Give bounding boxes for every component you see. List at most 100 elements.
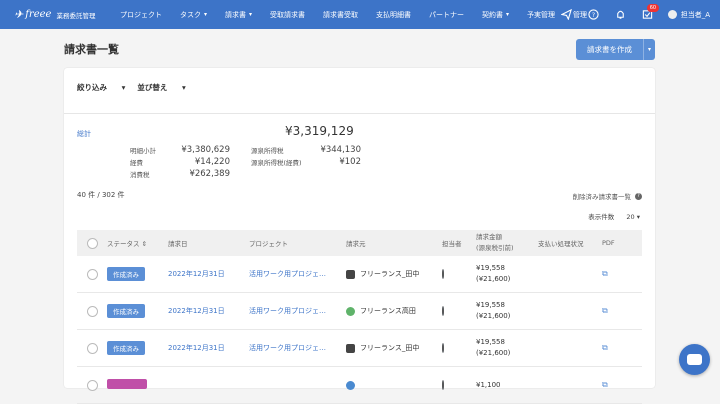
sort-icon[interactable]: ⇕ xyxy=(142,240,147,248)
inbox-icon[interactable]: 60 xyxy=(641,3,660,22)
chat-icon xyxy=(687,354,702,365)
summary-key: 源泉所得税(経費) xyxy=(251,159,302,167)
external-link-icon[interactable]: ⧉ xyxy=(602,380,608,389)
chevron-down-icon: ▾ xyxy=(249,11,253,18)
chevron-down-icon[interactable]: ▾ xyxy=(644,39,655,60)
summary-value: ¥14,220 xyxy=(194,157,230,167)
chat-button[interactable] xyxy=(679,344,710,375)
invoice-date-link[interactable]: 2022年12月31日 xyxy=(168,307,225,315)
col-pdf: PDF xyxy=(602,239,615,247)
summary-key: 源泉所得税 xyxy=(251,147,284,155)
create-invoice-label[interactable]: 請求書を作成 xyxy=(576,39,644,60)
nav-item[interactable]: パートナー xyxy=(429,10,464,20)
nav-menu: プロジェクト タスク ▾ 請求書 ▾ 受取請求書 請求書受取 支払明細書 パートナー 契約書 ▾ 予実… xyxy=(120,10,605,20)
nav-item[interactable]: 請求書受取 xyxy=(323,10,358,20)
project-link[interactable]: 活用ワーク用プロジェ… xyxy=(249,307,326,315)
summary-row: 消費税 ¥262,389 xyxy=(130,168,230,180)
nav-item-label: 契約書 xyxy=(482,10,504,19)
external-link-icon[interactable]: ⧉ xyxy=(602,306,608,315)
col-amount: 請求金額 (源泉税引前) xyxy=(476,232,538,254)
client-name: フリーランス_田中 xyxy=(360,270,420,278)
summary-value: ¥102 xyxy=(339,157,361,167)
external-link-icon[interactable]: ⧉ xyxy=(602,269,608,278)
status-badge: 作成済み xyxy=(107,304,145,318)
amount: ¥19,558 xyxy=(476,301,505,309)
nav-item[interactable]: 受取請求書 xyxy=(270,10,305,20)
amount: ¥1,100 xyxy=(476,380,501,389)
col-date: 請求日 xyxy=(168,240,188,248)
row-checkbox[interactable] xyxy=(86,268,98,280)
status-badge: 作成済み xyxy=(107,267,145,281)
amount: ¥19,558 xyxy=(476,264,505,272)
user-menu[interactable]: 担当者_A xyxy=(667,10,710,20)
status-badge xyxy=(107,379,147,389)
logo[interactable]: ✈ freee 業務委託管理 xyxy=(14,8,104,21)
col-amount-label: 請求金額 xyxy=(476,233,502,241)
per-page-select[interactable]: 20 ▾ xyxy=(626,213,640,221)
nav-item[interactable]: 請求書 ▾ xyxy=(225,10,252,20)
per-page[interactable]: 表示件数 20 ▾ xyxy=(588,211,640,221)
summary-value: ¥344,130 xyxy=(320,145,361,155)
sort-toggle[interactable]: 並び替え ▾ xyxy=(137,82,185,93)
col-amount-sub: (源泉税引前) xyxy=(476,244,514,252)
client-icon xyxy=(346,306,355,316)
summary-total: ¥3,319,129 xyxy=(285,124,354,138)
nav-item-label: 予実管理 xyxy=(527,10,556,19)
help-icon[interactable]: ? xyxy=(635,192,642,200)
chevron-down-icon: ▾ xyxy=(204,11,208,18)
client-icon xyxy=(346,343,355,353)
nav-item[interactable]: プロジェクト xyxy=(120,10,162,20)
external-link-icon[interactable]: ⧉ xyxy=(602,343,608,352)
svg-text:?: ? xyxy=(592,11,595,19)
assignee-avatar xyxy=(442,343,444,353)
deleted-invoices-link[interactable]: 削除済み請求書一覧 ? xyxy=(572,191,642,201)
amount-before-tax: (¥21,600) xyxy=(476,275,511,283)
table-row[interactable]: 作成済み 2022年12月31日 活用ワーク用プロジェ… フリーランス_田中 ¥19,5… xyxy=(77,256,642,293)
table-header: ステータス ⇕ 請求日 プロジェクト 請求元 担当者 請求金額 (源泉税引前) 支… xyxy=(77,230,642,256)
filter-bar: 絞り込み ▾ 並び替え ▾ xyxy=(77,82,198,93)
nav-item[interactable]: タスク ▾ xyxy=(180,10,207,20)
notification-badge: 60 xyxy=(646,3,660,12)
table-row[interactable]: 作成済み 2022年12月31日 活用ワーク用プロジェ… フリーランス高田 ¥19,55… xyxy=(77,293,642,330)
nav-item[interactable]: 予実管理 xyxy=(527,10,555,20)
help-icon[interactable]: ? xyxy=(587,8,601,22)
invoice-card: 絞り込み ▾ 並び替え ▾ 総計 ¥3,319,129 明細小計 ¥3,380,6… xyxy=(64,68,655,404)
sort-label: 並び替え xyxy=(137,83,168,92)
col-assignee: 担当者 xyxy=(442,240,462,248)
per-page-value: 20 xyxy=(626,213,635,221)
nav-item-label: パートナー xyxy=(429,10,465,19)
nav-item[interactable]: 契約書 ▾ xyxy=(482,10,509,20)
summary-right: 源泉所得税 ¥344,130 源泉所得税(経費) ¥102 xyxy=(251,144,361,168)
summary-row: 源泉所得税 ¥344,130 xyxy=(251,144,361,156)
filter-toggle[interactable]: 絞り込み ▾ xyxy=(77,82,125,93)
nav-item-label: 支払明細書 xyxy=(376,10,412,19)
filter-label: 絞り込み xyxy=(77,83,107,92)
chevron-down-icon: ▾ xyxy=(506,11,510,18)
col-status[interactable]: ステータス ⇕ xyxy=(107,238,168,248)
table-row[interactable]: 作成済み 2022年12月31日 活用ワーク用プロジェ… フリーランス_田中 ¥19,5… xyxy=(77,330,642,367)
col-status-label: ステータス xyxy=(107,240,140,248)
invoice-date-link[interactable]: 2022年12月31日 xyxy=(168,344,225,352)
create-invoice-button[interactable]: 請求書を作成 ▾ xyxy=(576,39,655,60)
summary-row: 経費 ¥14,220 xyxy=(130,156,230,168)
assignee-avatar xyxy=(442,269,444,279)
table-row[interactable]: ¥1,100 ⧉ xyxy=(77,367,642,404)
row-checkbox[interactable] xyxy=(86,342,98,354)
invoice-date-link[interactable]: 2022年12月31日 xyxy=(168,270,225,278)
project-link[interactable]: 活用ワーク用プロジェ… xyxy=(249,344,326,352)
invoice-table: ステータス ⇕ 請求日 プロジェクト 請求元 担当者 請求金額 (源泉税引前) 支… xyxy=(77,230,642,404)
row-checkbox[interactable] xyxy=(86,305,98,317)
project-link[interactable]: 活用ワーク用プロジェ… xyxy=(249,270,326,278)
nav-item[interactable]: 支払明細書 xyxy=(376,10,411,20)
client-name: フリーランス高田 xyxy=(360,307,416,315)
deleted-label: 削除済み請求書一覧 xyxy=(572,193,632,201)
assignee-avatar xyxy=(442,306,444,316)
divider xyxy=(64,113,655,114)
send-icon[interactable] xyxy=(560,8,574,22)
amount-before-tax: (¥21,600) xyxy=(476,349,511,357)
summary-value: ¥262,389 xyxy=(189,169,230,179)
client-icon xyxy=(346,269,355,279)
row-checkbox[interactable] xyxy=(86,379,98,391)
select-all-checkbox[interactable] xyxy=(86,237,98,249)
bell-icon[interactable] xyxy=(614,8,628,22)
